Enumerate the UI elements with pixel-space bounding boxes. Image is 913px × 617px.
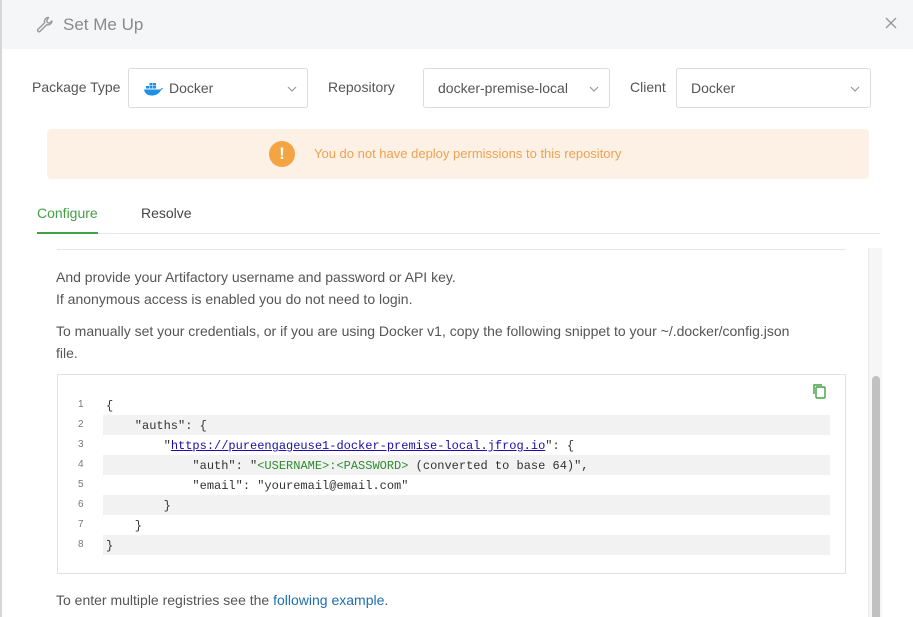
code-line: 3 "https://pureengageuse1-docker-premise… (78, 439, 575, 453)
instruction-line-1: And provide your Artifactory username an… (56, 269, 456, 285)
registry-url-link[interactable]: https://pureengageuse1-docker-premise-lo… (171, 439, 545, 453)
client-label: Client (630, 79, 666, 95)
tab-resolve[interactable]: Resolve (141, 205, 192, 234)
code-line: 2 "auths": { (58, 415, 831, 435)
client-value: Docker (691, 80, 736, 96)
code-line: 1 { (78, 399, 114, 413)
code-line: 5 "email": "youremail@email.com" (78, 479, 409, 493)
close-icon[interactable] (883, 15, 899, 31)
chevron-down-icon (850, 86, 860, 92)
instruction-line-2: If anonymous access is enabled you do no… (56, 291, 413, 307)
docker-icon (143, 81, 163, 96)
code-line: 8 } (58, 535, 831, 555)
instruction-line-3a: To manually set your credentials, or if … (56, 323, 790, 339)
wrench-icon (36, 16, 54, 34)
package-type-select[interactable]: Docker (128, 68, 308, 108)
modal-header: Set Me Up (2, 0, 913, 49)
permission-warning: ! You do not have deploy permissions to … (47, 129, 869, 179)
tab-bar: Configure Resolve (37, 199, 880, 234)
multiple-registries-note: To enter multiple registries see the fol… (56, 592, 389, 608)
vertical-scrollbar[interactable] (868, 248, 882, 617)
repository-select[interactable]: docker-premise-local (423, 68, 610, 108)
warning-message: You do not have deploy permissions to th… (314, 146, 622, 161)
selector-row: Package Type Docker Repository docker-pr… (32, 68, 892, 108)
code-line: 7 } (78, 519, 143, 533)
chevron-down-icon (287, 86, 297, 92)
instruction-line-3b: file. (56, 345, 78, 361)
exclamation-icon: ! (269, 141, 295, 167)
modal-title: Set Me Up (63, 14, 144, 34)
instructions-panel: And provide your Artifactory username an… (37, 248, 882, 617)
set-me-up-modal: Set Me Up Package Type Docker Repository… (2, 0, 913, 617)
package-type-label: Package Type (32, 79, 121, 95)
code-line: 6 } (58, 495, 831, 515)
client-select[interactable]: Docker (676, 68, 871, 108)
repository-label: Repository (328, 79, 395, 95)
package-type-value: Docker (169, 80, 214, 96)
config-snippet: 1 { 2 "auths": { 3 "https://pureengageus… (57, 374, 846, 574)
repository-value: docker-premise-local (438, 80, 568, 96)
chevron-down-icon (589, 86, 599, 92)
scrollbar-thumb[interactable] (872, 376, 880, 617)
code-line: 4 "auth": "<USERNAME>:<PASSWORD> (conver… (58, 455, 831, 475)
following-example-link[interactable]: following example (273, 592, 384, 608)
tab-configure[interactable]: Configure (37, 205, 98, 234)
divider (57, 248, 846, 250)
